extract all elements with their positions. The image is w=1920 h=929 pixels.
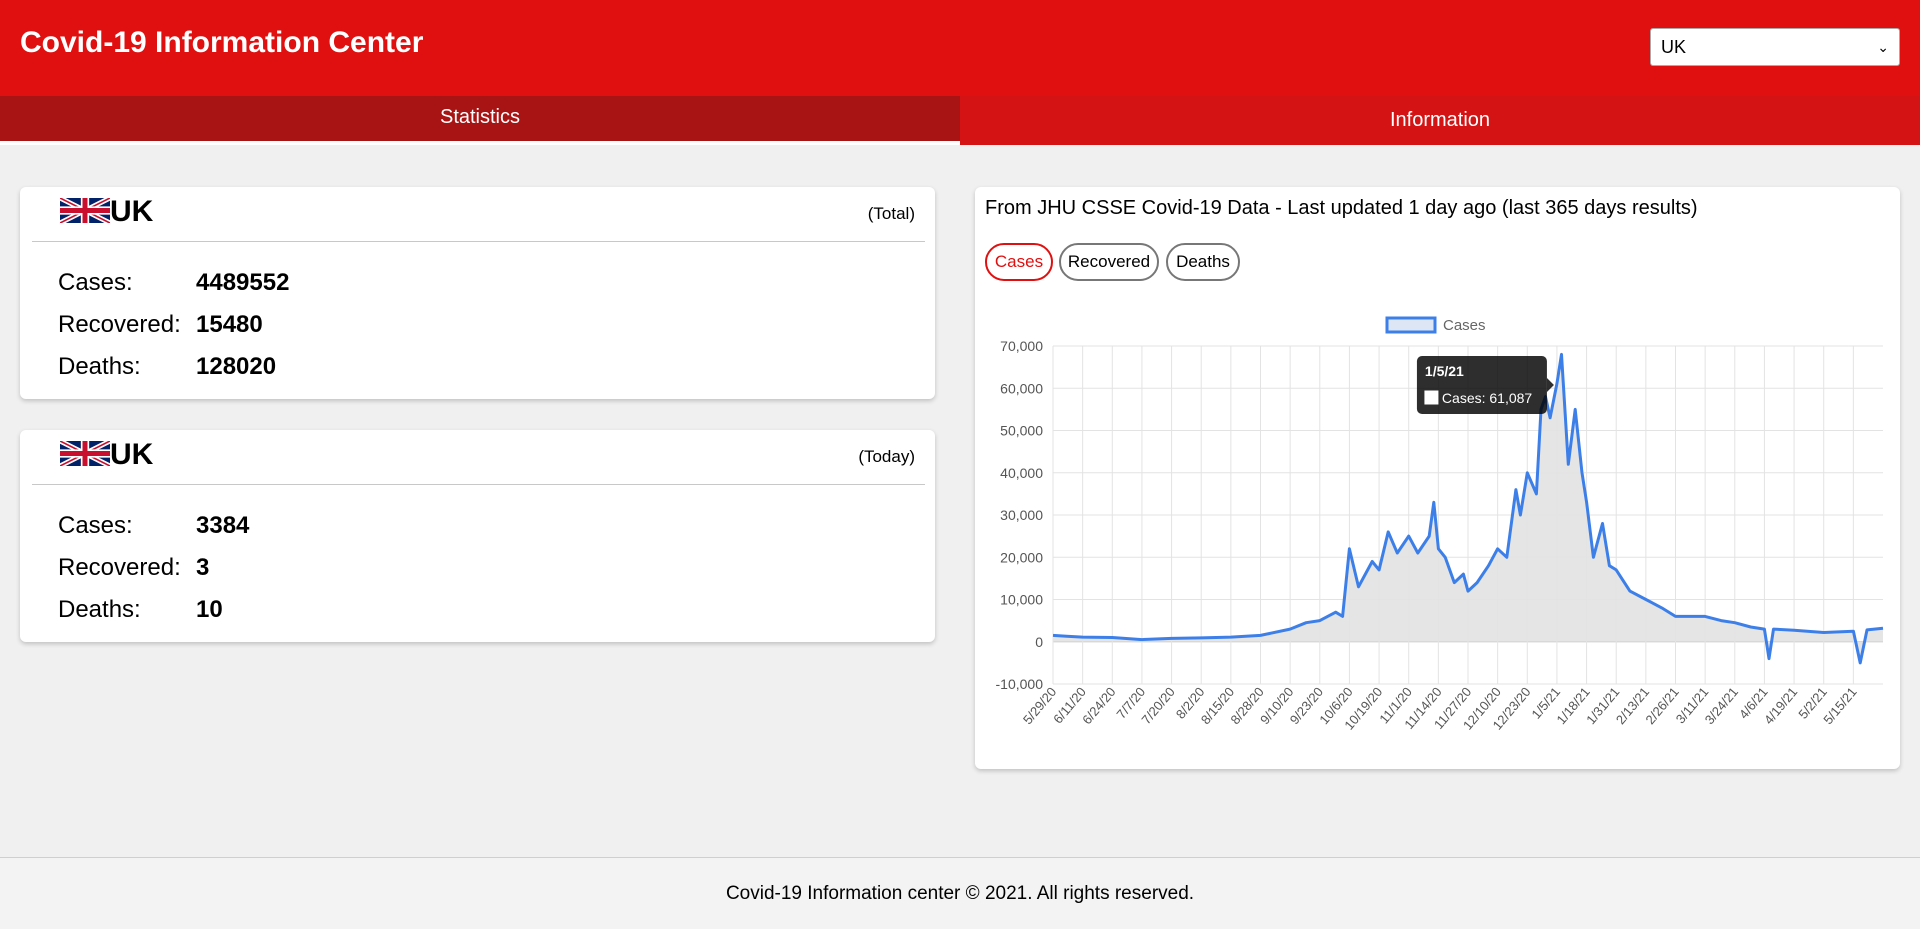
card-country: UK bbox=[110, 195, 154, 228]
legend-label-cases: Cases bbox=[1443, 317, 1486, 334]
footer: Covid-19 Information center © 2021. All … bbox=[0, 857, 1920, 929]
tooltip-caret bbox=[1546, 378, 1554, 392]
stat-label: Deaths: bbox=[58, 353, 141, 380]
card-header: UK (Today) bbox=[32, 430, 925, 485]
y-tick-label: 10,000 bbox=[1000, 592, 1043, 608]
stat-value: 10 bbox=[196, 596, 223, 623]
tooltip-title: 1/5/21 bbox=[1425, 363, 1464, 379]
country-select[interactable]: UK ⌄ bbox=[1650, 28, 1900, 66]
y-tick-label: 0 bbox=[1035, 634, 1043, 650]
stat-label: Deaths: bbox=[58, 596, 141, 623]
card-scope: (Today) bbox=[858, 447, 915, 466]
tooltip-swatch bbox=[1424, 390, 1439, 405]
tab-statistics[interactable]: Statistics bbox=[0, 96, 960, 145]
stat-value: 15480 bbox=[196, 311, 263, 338]
card-country: UK bbox=[110, 438, 154, 471]
stat-value: 4489552 bbox=[196, 269, 290, 296]
uk-flag-icon bbox=[60, 441, 110, 466]
stat-label: Recovered: bbox=[58, 311, 181, 338]
uk-flag-icon bbox=[60, 198, 110, 223]
y-tick-label: 30,000 bbox=[1000, 507, 1043, 523]
cases-chart[interactable]: 70,000 60,000 50,000 40,000 30,000 20,000 10,0… bbox=[975, 187, 1900, 769]
main-tabs: Statistics Information bbox=[0, 96, 1920, 145]
legend-swatch-cases bbox=[1385, 316, 1437, 334]
y-tick-label: -10,000 bbox=[996, 676, 1044, 692]
footer-text: Covid-19 Information center © 2021. All … bbox=[725, 882, 1195, 904]
tooltip-label: Cases: 61,087 bbox=[1442, 390, 1532, 406]
stat-label: Cases: bbox=[58, 512, 133, 539]
app-title: Covid-19 Information Center bbox=[20, 26, 424, 59]
stat-value: 3 bbox=[196, 554, 210, 581]
y-tick-label: 60,000 bbox=[1000, 380, 1043, 396]
card-scope: (Total) bbox=[867, 204, 915, 223]
tab-information[interactable]: Information bbox=[960, 96, 1920, 145]
total-stats-card: UK (Total) Cases: 4489552 Recovered: 154… bbox=[20, 187, 935, 399]
chart-card: From JHU CSSE Covid-19 Data - Last updat… bbox=[975, 187, 1900, 769]
y-tick-label: 20,000 bbox=[1000, 549, 1043, 565]
card-header: UK (Total) bbox=[32, 187, 925, 242]
chevron-down-icon: ⌄ bbox=[1877, 38, 1889, 55]
today-stats-card: UK (Today) Cases: 3384 Recovered: 3 Deat… bbox=[20, 430, 935, 642]
stat-value: 3384 bbox=[196, 512, 250, 539]
y-tick-label: 50,000 bbox=[1000, 423, 1043, 439]
y-tick-label: 40,000 bbox=[1000, 465, 1043, 481]
country-select-value: UK bbox=[1661, 36, 1687, 57]
stat-label: Cases: bbox=[58, 269, 133, 296]
y-tick-label: 70,000 bbox=[1000, 338, 1043, 354]
stat-value: 128020 bbox=[196, 353, 277, 380]
stat-label: Recovered: bbox=[58, 554, 181, 581]
app-header: Covid-19 Information Center UK ⌄ bbox=[0, 0, 1920, 96]
